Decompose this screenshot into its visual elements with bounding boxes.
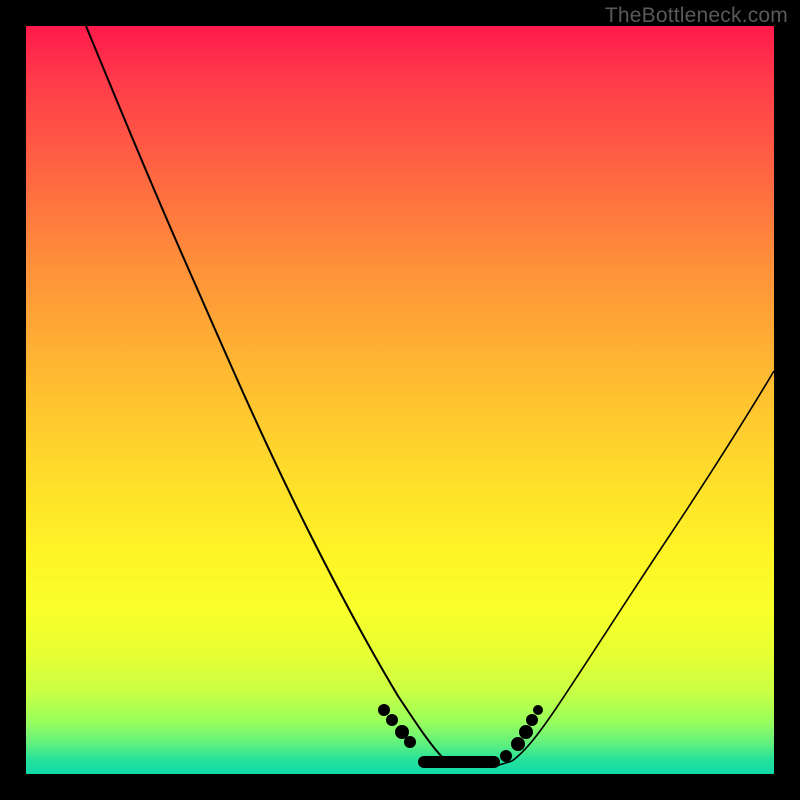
valley-markers: [378, 704, 543, 768]
left-curve: [86, 26, 496, 766]
plot-area: [26, 26, 774, 774]
chart-frame: TheBottleneck.com: [0, 0, 800, 800]
curve-layer: [26, 26, 774, 774]
watermark-text: TheBottleneck.com: [605, 4, 788, 28]
